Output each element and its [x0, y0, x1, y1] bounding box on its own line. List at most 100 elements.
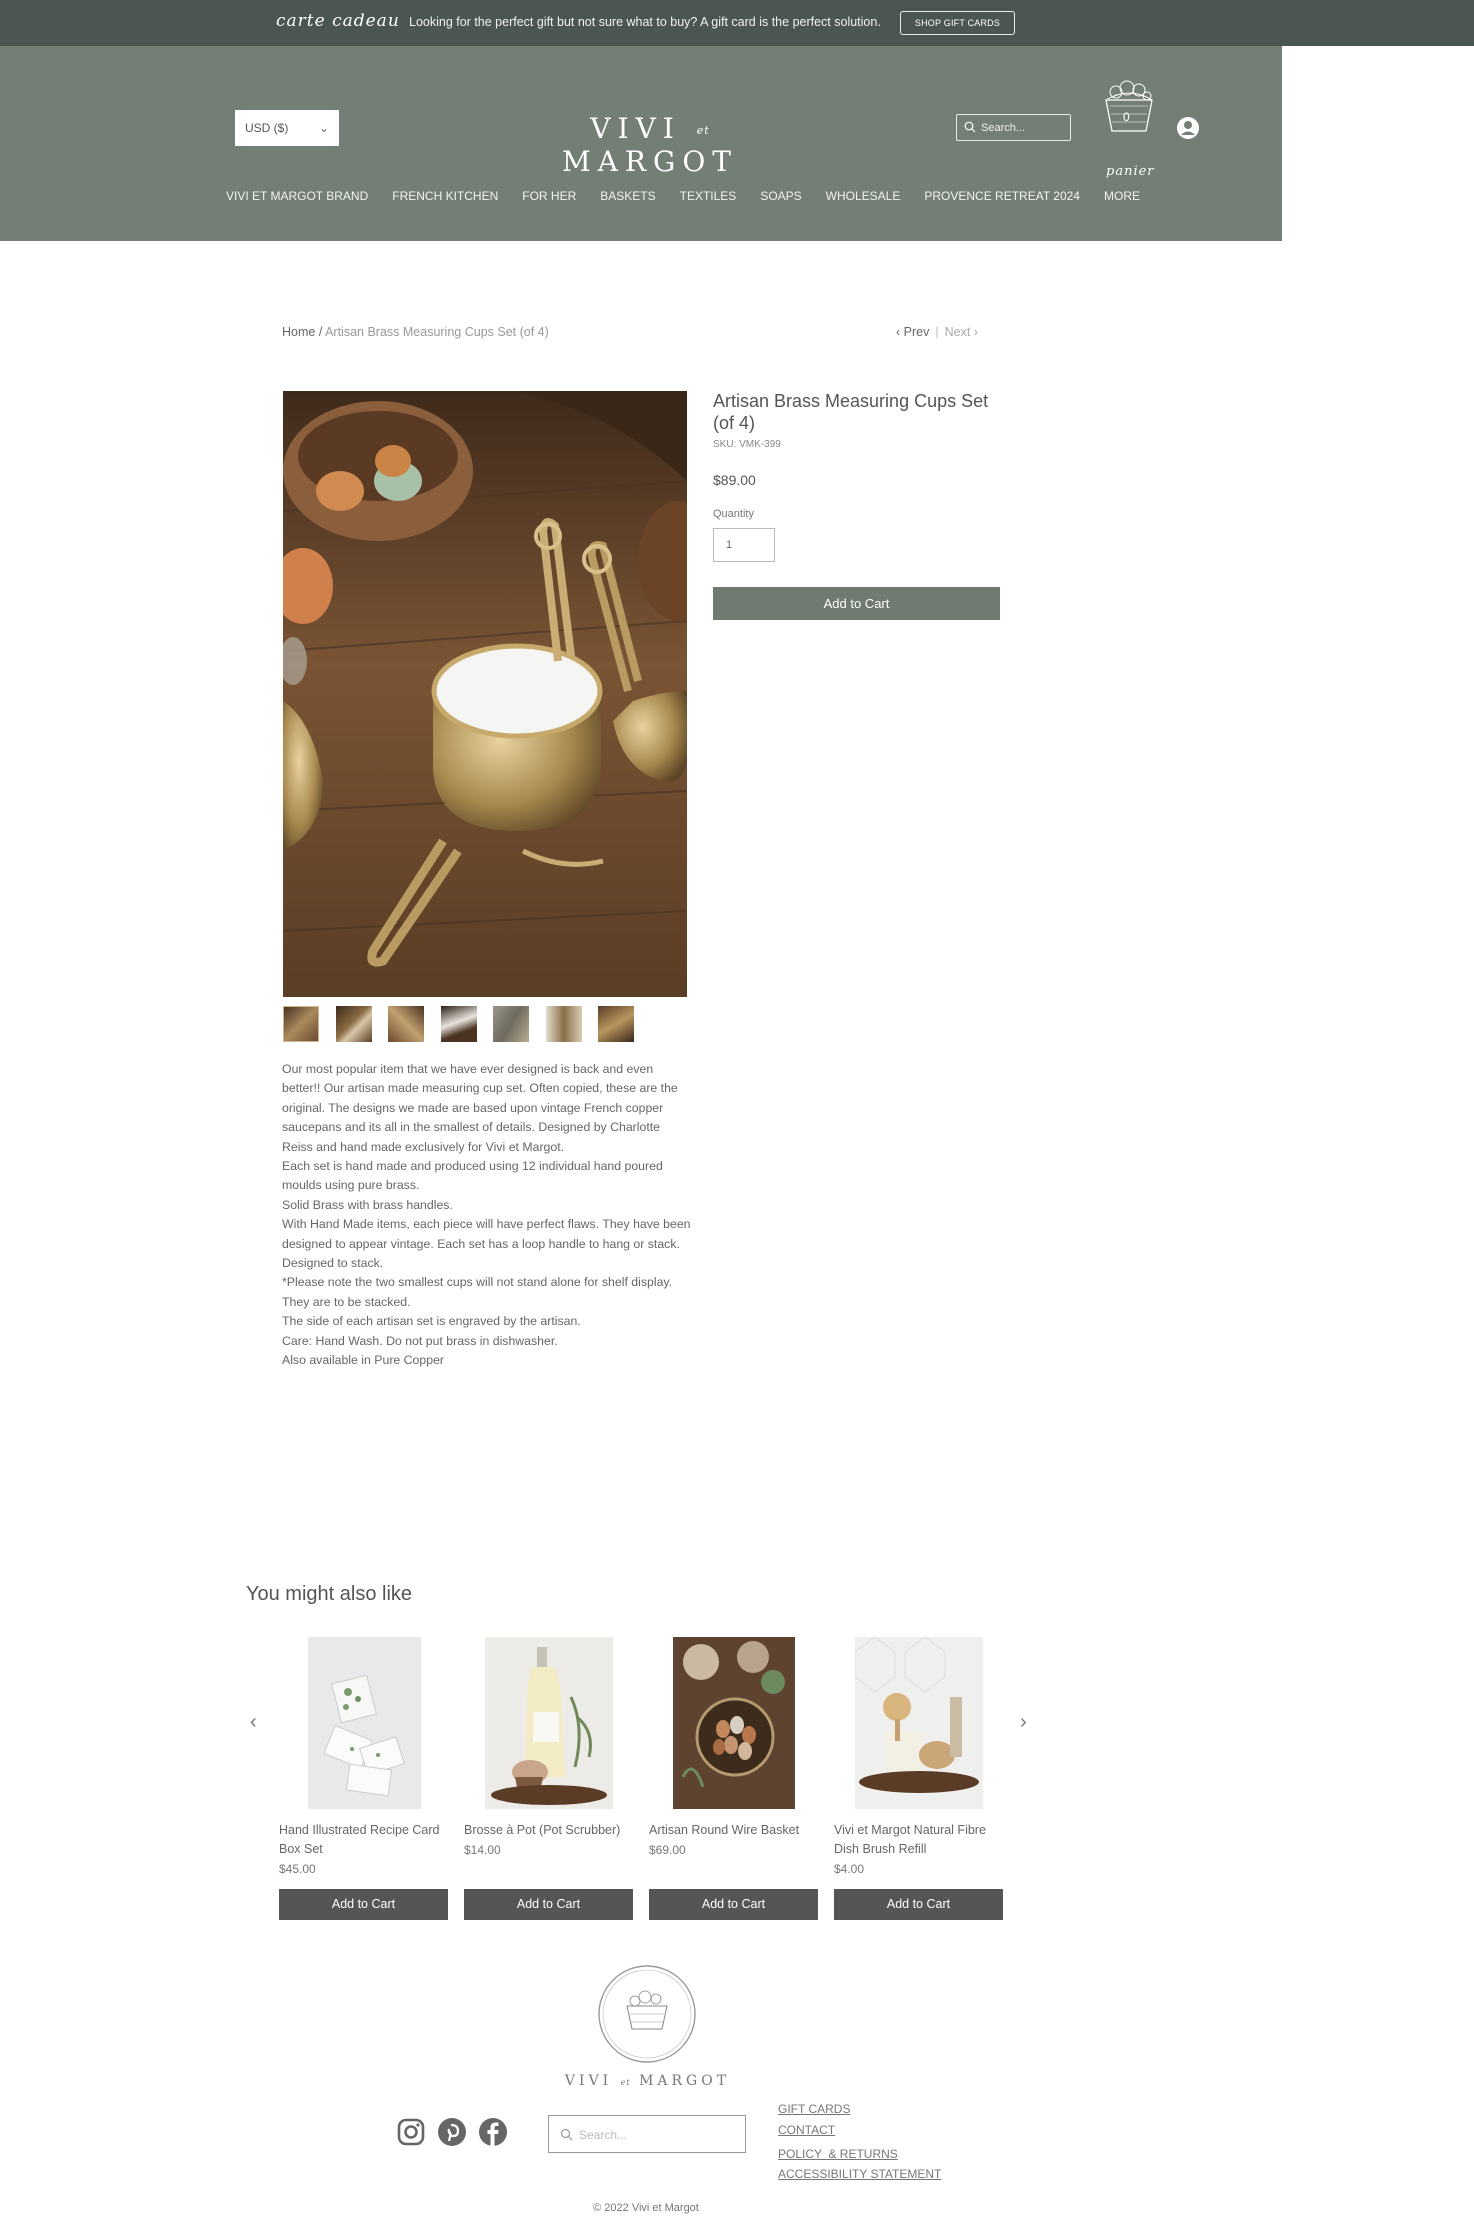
related-product-image[interactable]: [673, 1637, 795, 1809]
description-paragraph: *Please note the two smallest cups will …: [282, 1275, 673, 1309]
gift-card-brand: carte cadeau: [276, 11, 400, 31]
related-product-card[interactable]: Artisan Round Wire Basket $69.00 Add to …: [649, 1637, 819, 1920]
next-label: Next: [944, 325, 971, 339]
instagram-icon[interactable]: [396, 2117, 426, 2147]
user-account-icon[interactable]: [1176, 116, 1200, 140]
related-product-card[interactable]: Hand Illustrated Recipe Card Box Set $45…: [279, 1637, 449, 1920]
related-product-image[interactable]: [307, 1637, 421, 1809]
quantity-label: Quantity: [713, 508, 754, 520]
related-product-name[interactable]: Brosse à Pot (Pot Scrubber): [464, 1821, 634, 1840]
promo-bar: carte cadeau Looking for the perfect gif…: [0, 0, 1474, 46]
product-price: $89.00: [713, 472, 756, 488]
promo-message: Looking for the perfect gift but not sur…: [409, 15, 881, 29]
breadcrumb: Home / Artisan Brass Measuring Cups Set …: [282, 325, 549, 339]
nav-textiles[interactable]: TEXTILES: [680, 189, 737, 209]
related-product-card[interactable]: Brosse à Pot (Pot Scrubber) $14.00 Add t…: [464, 1637, 634, 1920]
related-product-image[interactable]: [855, 1637, 983, 1809]
add-to-cart-button[interactable]: Add to Cart: [279, 1889, 448, 1920]
logo-word-margot: MARGOT: [562, 145, 738, 178]
related-product-price: $14.00: [464, 1843, 501, 1857]
shop-gift-cards-button[interactable]: SHOP GIFT CARDS: [900, 11, 1015, 35]
wire-basket-photo: [673, 1637, 795, 1809]
description-paragraph: Also available in Pure Copper: [282, 1353, 445, 1368]
product-title: Artisan Brass Measuring Cups Set (of 4): [713, 391, 989, 433]
logo-word-et: et: [696, 124, 710, 137]
next-link[interactable]: Next ›: [945, 325, 978, 339]
footer-link-policy-returns[interactable]: POLICY & RETURNS: [778, 2147, 941, 2161]
thumbnail-4[interactable]: [440, 1006, 477, 1042]
description-paragraph: Care: Hand Wash. Do not put brass in dis…: [282, 1333, 558, 1348]
recipe-card-box-photo: [307, 1637, 421, 1809]
related-product-name[interactable]: Hand Illustrated Recipe Card Box Set: [279, 1821, 449, 1859]
product-sku: SKU: VMK-399: [713, 439, 781, 450]
add-to-cart-button[interactable]: Add to Cart: [713, 587, 1000, 620]
related-product-image[interactable]: [485, 1637, 613, 1809]
thumbnail-1[interactable]: [283, 1006, 319, 1042]
measuring-cups-photo: [283, 391, 687, 997]
footer-word-vivi: VIVI: [564, 2073, 613, 2089]
logo-word-vivi: VIVI: [590, 112, 681, 145]
breadcrumb-separator: /: [315, 325, 326, 339]
breadcrumb-home[interactable]: Home: [282, 325, 315, 339]
chevron-left-icon[interactable]: ‹: [250, 1711, 257, 1734]
nav-more[interactable]: MORE: [1104, 189, 1140, 209]
currency-value: USD ($): [245, 121, 289, 135]
prev-label: Prev: [903, 325, 930, 339]
related-product-price: $4.00: [834, 1862, 865, 1876]
currency-select[interactable]: USD ($) ⌄: [235, 110, 339, 146]
search-icon: [964, 121, 976, 133]
nav-soaps[interactable]: SOAPS: [760, 189, 801, 209]
related-product-card[interactable]: Vivi et Margot Natural Fibre Dish Brush …: [834, 1637, 1004, 1920]
product-thumbnails: [283, 1006, 651, 1042]
chevron-right-icon: ›: [973, 325, 978, 339]
related-title: You might also like: [246, 1583, 413, 1605]
pot-scrubber-photo: [485, 1637, 613, 1809]
add-to-cart-button[interactable]: Add to Cart: [464, 1889, 633, 1920]
related-product-price: $69.00: [649, 1843, 686, 1857]
site-header: USD ($) ⌄ VIVI et MARGOT 0 panier VIVI E…: [0, 46, 1282, 241]
facebook-icon[interactable]: [478, 2117, 508, 2147]
header-search[interactable]: [956, 114, 1071, 141]
related-product-name[interactable]: Artisan Round Wire Basket: [649, 1821, 819, 1840]
description-paragraph: The side of each artisan set is engraved…: [282, 1314, 581, 1329]
search-input[interactable]: [981, 119, 1066, 137]
nav-baskets[interactable]: BASKETS: [600, 189, 655, 209]
footer-logo-icon[interactable]: [597, 1964, 697, 2064]
thumbnail-5[interactable]: [493, 1006, 529, 1042]
quantity-input[interactable]: 1: [713, 528, 775, 562]
product-description: Our most popular item that we have ever …: [282, 1060, 692, 1371]
search-icon: [560, 2128, 573, 2141]
prev-link[interactable]: ‹ Prev: [896, 325, 929, 339]
thumbnail-7[interactable]: [598, 1006, 634, 1042]
description-paragraph: Solid Brass with brass handles.: [282, 1197, 453, 1212]
add-to-cart-button[interactable]: Add to Cart: [649, 1889, 818, 1920]
footer-links: GIFT CARDS CONTACT POLICY & RETURNS ACCE…: [778, 2102, 941, 2181]
footer-link-accessibility[interactable]: ACCESSIBILITY STATEMENT: [778, 2167, 941, 2181]
nav-french-kitchen[interactable]: FRENCH KITCHEN: [392, 189, 498, 209]
thumbnail-3[interactable]: [388, 1006, 424, 1042]
nav-provence-retreat[interactable]: PROVENCE RETREAT 2024: [924, 189, 1080, 209]
cart-button[interactable]: 0 panier: [1094, 76, 1164, 179]
description-paragraph: With Hand Made items, each piece will ha…: [282, 1217, 691, 1271]
footer-word-et: et: [620, 2078, 631, 2087]
nav-for-her[interactable]: FOR HER: [522, 189, 576, 209]
pinterest-icon[interactable]: [437, 2117, 467, 2147]
footer-search-input[interactable]: [579, 2126, 739, 2144]
footer-word-margot: MARGOT: [639, 2073, 731, 2089]
product-main-image[interactable]: [283, 391, 687, 997]
thumbnail-6[interactable]: [545, 1006, 582, 1042]
footer-link-gift-cards[interactable]: GIFT CARDS: [778, 2102, 941, 2116]
footer-link-contact[interactable]: CONTACT: [778, 2123, 941, 2137]
chevron-right-icon[interactable]: ›: [1020, 1711, 1027, 1734]
nav-wholesale[interactable]: WHOLESALE: [826, 189, 901, 209]
basket-icon: [1105, 80, 1153, 132]
thumbnail-2[interactable]: [335, 1006, 372, 1042]
pager-divider: |: [935, 325, 939, 339]
footer-search[interactable]: [548, 2115, 746, 2153]
related-product-name[interactable]: Vivi et Margot Natural Fibre Dish Brush …: [834, 1821, 1004, 1859]
description-paragraph: Each set is hand made and produced using…: [282, 1159, 663, 1193]
footer-wordmark: VIVI et MARGOT: [520, 2073, 775, 2089]
nav-vivi-et-margot-brand[interactable]: VIVI ET MARGOT BRAND: [226, 189, 368, 209]
site-logo[interactable]: VIVI et MARGOT: [500, 112, 800, 178]
add-to-cart-button[interactable]: Add to Cart: [834, 1889, 1003, 1920]
